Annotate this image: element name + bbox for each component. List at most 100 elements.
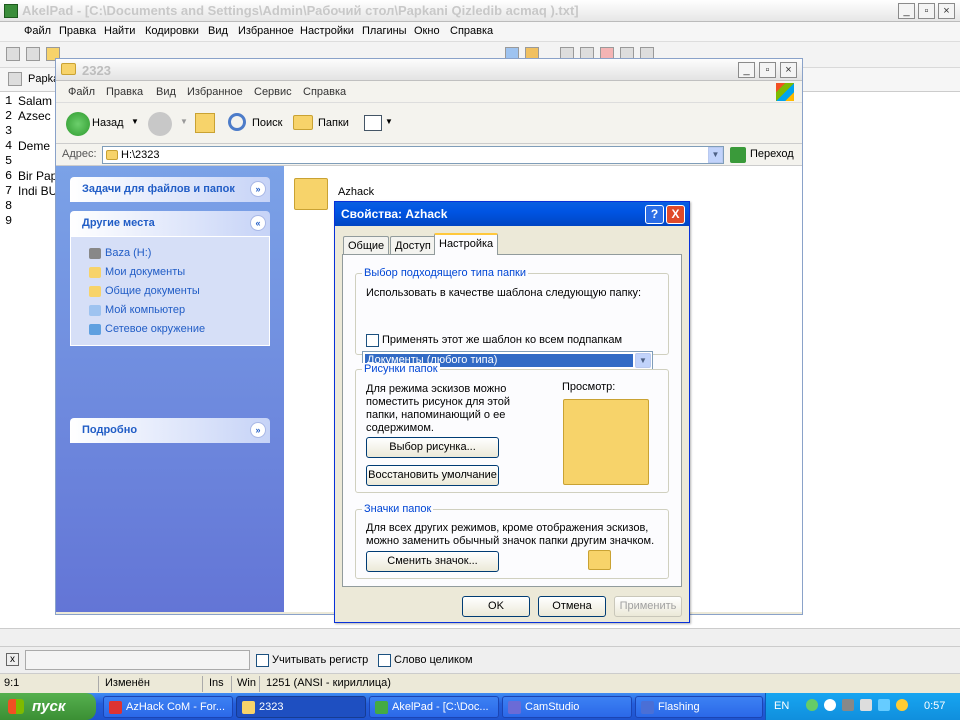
explorer-title-bar: 2323 _ ▫ ×	[56, 59, 802, 81]
tab-customize[interactable]: Настройка	[434, 233, 499, 255]
akelpad-title: AkelPad - [C:\Documents and Settings\Adm…	[22, 3, 579, 18]
akelpad-menu-bar: Файл Правка Найти Кодировки Вид Избранно…	[0, 22, 960, 42]
find-input[interactable]	[25, 650, 250, 670]
back-dropdown-icon[interactable]: ▼	[131, 117, 139, 126]
explorer-maximize-button[interactable]: ▫	[759, 62, 776, 78]
go-arrow-icon[interactable]	[730, 147, 746, 163]
chevron-down-icon[interactable]: ▼	[635, 353, 651, 368]
network-icon[interactable]	[878, 699, 890, 711]
help-button[interactable]: ?	[645, 205, 664, 224]
preview-folder-icon	[563, 399, 649, 485]
menu-help[interactable]: Справка	[303, 86, 346, 98]
dialog-title: Свойства: Azhack	[341, 207, 448, 221]
menu-tools[interactable]: Сервис	[254, 86, 292, 98]
folder-azhack-label[interactable]: Azhack	[338, 186, 374, 198]
maximize-button[interactable]: ▫	[918, 3, 935, 19]
menu-view[interactable]: Вид	[208, 25, 228, 37]
place-my-computer[interactable]: Мой компьютер	[89, 304, 185, 316]
task-pane: Задачи для файлов и папок» Другие места «…	[56, 166, 284, 612]
address-input[interactable]: H:\2323	[102, 146, 724, 164]
open-file-icon[interactable]	[26, 47, 40, 61]
folders-button[interactable]: Папки	[318, 117, 349, 129]
menu-help[interactable]: Справка	[450, 25, 493, 37]
place-network[interactable]: Сетевое окружение	[89, 323, 205, 335]
expand-icon[interactable]: »	[250, 181, 266, 197]
speaker-icon[interactable]	[860, 699, 872, 711]
menu-edit[interactable]: Правка	[59, 25, 96, 37]
views-icon[interactable]	[364, 115, 382, 131]
apply-subfolders-checkbox[interactable]	[366, 334, 379, 347]
back-arrow-icon[interactable]	[66, 112, 90, 136]
new-file-icon[interactable]	[6, 47, 20, 61]
language-indicator[interactable]: EN	[774, 700, 789, 712]
match-case-checkbox[interactable]	[256, 654, 269, 667]
up-folder-icon[interactable]	[195, 113, 215, 133]
place-baza[interactable]: Baza (H:)	[89, 247, 151, 259]
menu-encodings[interactable]: Кодировки	[145, 25, 199, 37]
apply-button[interactable]: Применить	[614, 596, 682, 617]
tray-icon[interactable]	[824, 699, 836, 711]
line-number: 6	[5, 169, 13, 183]
menu-favorites[interactable]: Избранное	[187, 86, 243, 98]
task-flashing[interactable]: Flashing	[635, 696, 763, 718]
place-shared-documents[interactable]: Общие документы	[89, 285, 200, 297]
whole-word-checkbox[interactable]	[378, 654, 391, 667]
tray-icon[interactable]	[842, 699, 854, 711]
menu-plugins[interactable]: Плагины	[362, 25, 407, 37]
folder-icon	[61, 63, 76, 75]
folder-pictures-group: Рисунки папок Для режима эскизов можно п…	[355, 363, 669, 493]
choose-picture-button[interactable]: Выбор рисунка...	[366, 437, 499, 458]
menu-favorites[interactable]: Избранное	[238, 25, 294, 37]
cancel-button[interactable]: Отмена	[538, 596, 606, 617]
editor-line: Azsec	[18, 109, 51, 123]
restore-default-button[interactable]: Восстановить умолчание	[366, 465, 499, 486]
address-dropdown-icon[interactable]: ▼	[708, 147, 723, 163]
tray-icon[interactable]	[806, 699, 818, 711]
back-button[interactable]: Назад	[92, 117, 124, 129]
task-camstudio[interactable]: CamStudio	[502, 696, 632, 718]
views-dropdown-icon[interactable]: ▼	[385, 117, 393, 126]
folder-azhack-icon[interactable]	[294, 178, 328, 210]
menu-file[interactable]: Файл	[24, 25, 51, 37]
dialog-close-button[interactable]: X	[666, 205, 685, 224]
start-button[interactable]: пуск	[0, 693, 96, 720]
task-2323[interactable]: 2323	[236, 696, 366, 718]
menu-window[interactable]: Окно	[414, 25, 440, 37]
explorer-minimize-button[interactable]: _	[738, 62, 755, 78]
tray-icon[interactable]	[896, 699, 908, 711]
document-icon	[8, 72, 22, 86]
menu-view[interactable]: Вид	[156, 86, 176, 98]
menu-settings[interactable]: Настройки	[300, 25, 354, 37]
horizontal-scrollbar[interactable]	[0, 628, 960, 646]
editor-line: Salam	[18, 94, 53, 108]
task-akelpad[interactable]: AkelPad - [C:\Doc...	[369, 696, 499, 718]
forward-dropdown-icon[interactable]: ▼	[180, 117, 188, 126]
close-button[interactable]: ×	[938, 3, 955, 19]
menu-edit[interactable]: Правка	[106, 86, 143, 98]
tab-sharing[interactable]: Доступ	[390, 236, 436, 254]
task-azhack[interactable]: AzHack CoM - For...	[103, 696, 233, 718]
tasks-panel-header[interactable]: Задачи для файлов и папок»	[70, 177, 270, 202]
search-button[interactable]: Поиск	[252, 117, 282, 129]
place-my-documents[interactable]: Мои документы	[89, 266, 185, 278]
folder-icon	[106, 150, 118, 160]
explorer-close-button[interactable]: ×	[780, 62, 797, 78]
forward-arrow-icon[interactable]	[148, 112, 172, 136]
line-number: 5	[5, 154, 13, 168]
change-icon-button[interactable]: Сменить значок...	[366, 551, 499, 572]
menu-file[interactable]: Файл	[68, 86, 95, 98]
expand-icon[interactable]: »	[250, 422, 266, 438]
minimize-button[interactable]: _	[898, 3, 915, 19]
details-panel-header[interactable]: Подробно»	[70, 418, 270, 443]
menu-find[interactable]: Найти	[104, 25, 135, 37]
places-panel-header[interactable]: Другие места «	[70, 211, 270, 236]
go-button[interactable]: Переход	[750, 148, 794, 160]
search-icon[interactable]	[228, 113, 246, 131]
folder-type-group: Выбор подходящего типа папки Использоват…	[355, 267, 669, 355]
find-close-icon[interactable]: x	[6, 653, 19, 666]
explorer-toolbar: Назад ▼ ▼ Поиск Папки ▼	[56, 103, 802, 144]
tab-general[interactable]: Общие	[343, 236, 390, 254]
ok-button[interactable]: OK	[462, 596, 530, 617]
folders-icon[interactable]	[293, 115, 313, 130]
collapse-icon[interactable]: «	[250, 215, 266, 231]
